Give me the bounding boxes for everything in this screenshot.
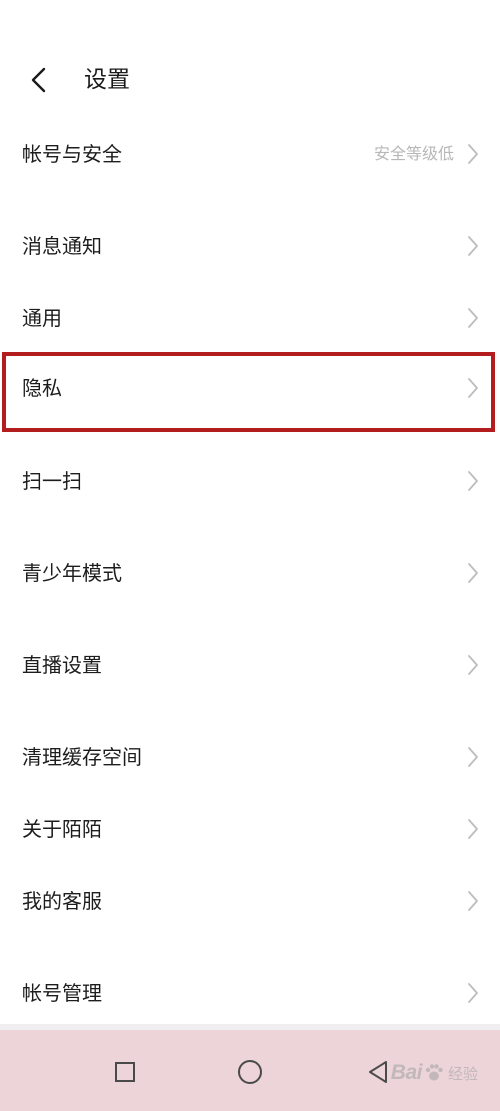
settings-item-label: 帐号管理	[22, 981, 102, 1005]
chevron-right-icon	[468, 563, 478, 583]
recent-apps-button[interactable]	[105, 1052, 145, 1092]
top-bar: 设置	[0, 48, 500, 112]
page-title: 设置	[84, 67, 130, 93]
chevron-right-icon	[468, 891, 478, 911]
settings-item-label: 青少年模式	[22, 561, 122, 585]
system-navigation-bar: Bai 经验	[0, 1030, 500, 1111]
watermark-suffix: 经验	[447, 1065, 478, 1083]
triangle-back-icon	[369, 1061, 387, 1083]
settings-item-label: 直播设置	[22, 653, 102, 677]
settings-item-account-management[interactable]: 帐号管理	[0, 963, 500, 1023]
chevron-right-icon	[468, 747, 478, 767]
chevron-left-icon	[31, 67, 46, 93]
settings-item-general[interactable]: 通用	[0, 288, 500, 348]
chevron-right-icon	[468, 983, 478, 1003]
chevron-right-icon	[468, 471, 478, 491]
settings-item-label: 消息通知	[22, 234, 102, 258]
chevron-right-icon	[468, 378, 478, 398]
settings-item-scan[interactable]: 扫一扫	[0, 451, 500, 511]
settings-item-label: 我的客服	[22, 889, 102, 913]
settings-item-label: 扫一扫	[22, 469, 82, 493]
settings-item-label: 关于陌陌	[22, 817, 102, 841]
baidu-jingyan-watermark: Bai 经验	[391, 1060, 478, 1086]
settings-item-label: 清理缓存空间	[22, 745, 142, 769]
chevron-right-icon	[468, 144, 478, 164]
home-button[interactable]	[230, 1052, 270, 1092]
chevron-right-icon	[468, 308, 478, 328]
settings-item-label: 通用	[22, 306, 62, 330]
settings-item-customer-service[interactable]: 我的客服	[0, 871, 500, 931]
settings-item-notifications[interactable]: 消息通知	[0, 216, 500, 276]
security-level-value: 安全等级低	[373, 144, 454, 163]
settings-item-account-security[interactable]: 帐号与安全 安全等级低	[0, 124, 500, 184]
settings-item-label: 帐号与安全	[22, 142, 122, 166]
square-icon	[115, 1062, 135, 1082]
settings-item-label: 隐私	[22, 376, 62, 400]
settings-item-live-settings[interactable]: 直播设置	[0, 635, 500, 695]
back-button[interactable]	[22, 60, 54, 100]
settings-item-privacy[interactable]: 隐私	[0, 358, 500, 418]
paw-icon	[425, 1064, 443, 1081]
watermark-text: Bai	[390, 1061, 423, 1084]
chevron-right-icon	[468, 236, 478, 256]
circle-icon	[238, 1060, 262, 1084]
settings-item-clear-cache[interactable]: 清理缓存空间	[0, 727, 500, 787]
settings-item-youth-mode[interactable]: 青少年模式	[0, 543, 500, 603]
settings-item-about[interactable]: 关于陌陌	[0, 799, 500, 859]
chevron-right-icon	[468, 819, 478, 839]
chevron-right-icon	[468, 655, 478, 675]
